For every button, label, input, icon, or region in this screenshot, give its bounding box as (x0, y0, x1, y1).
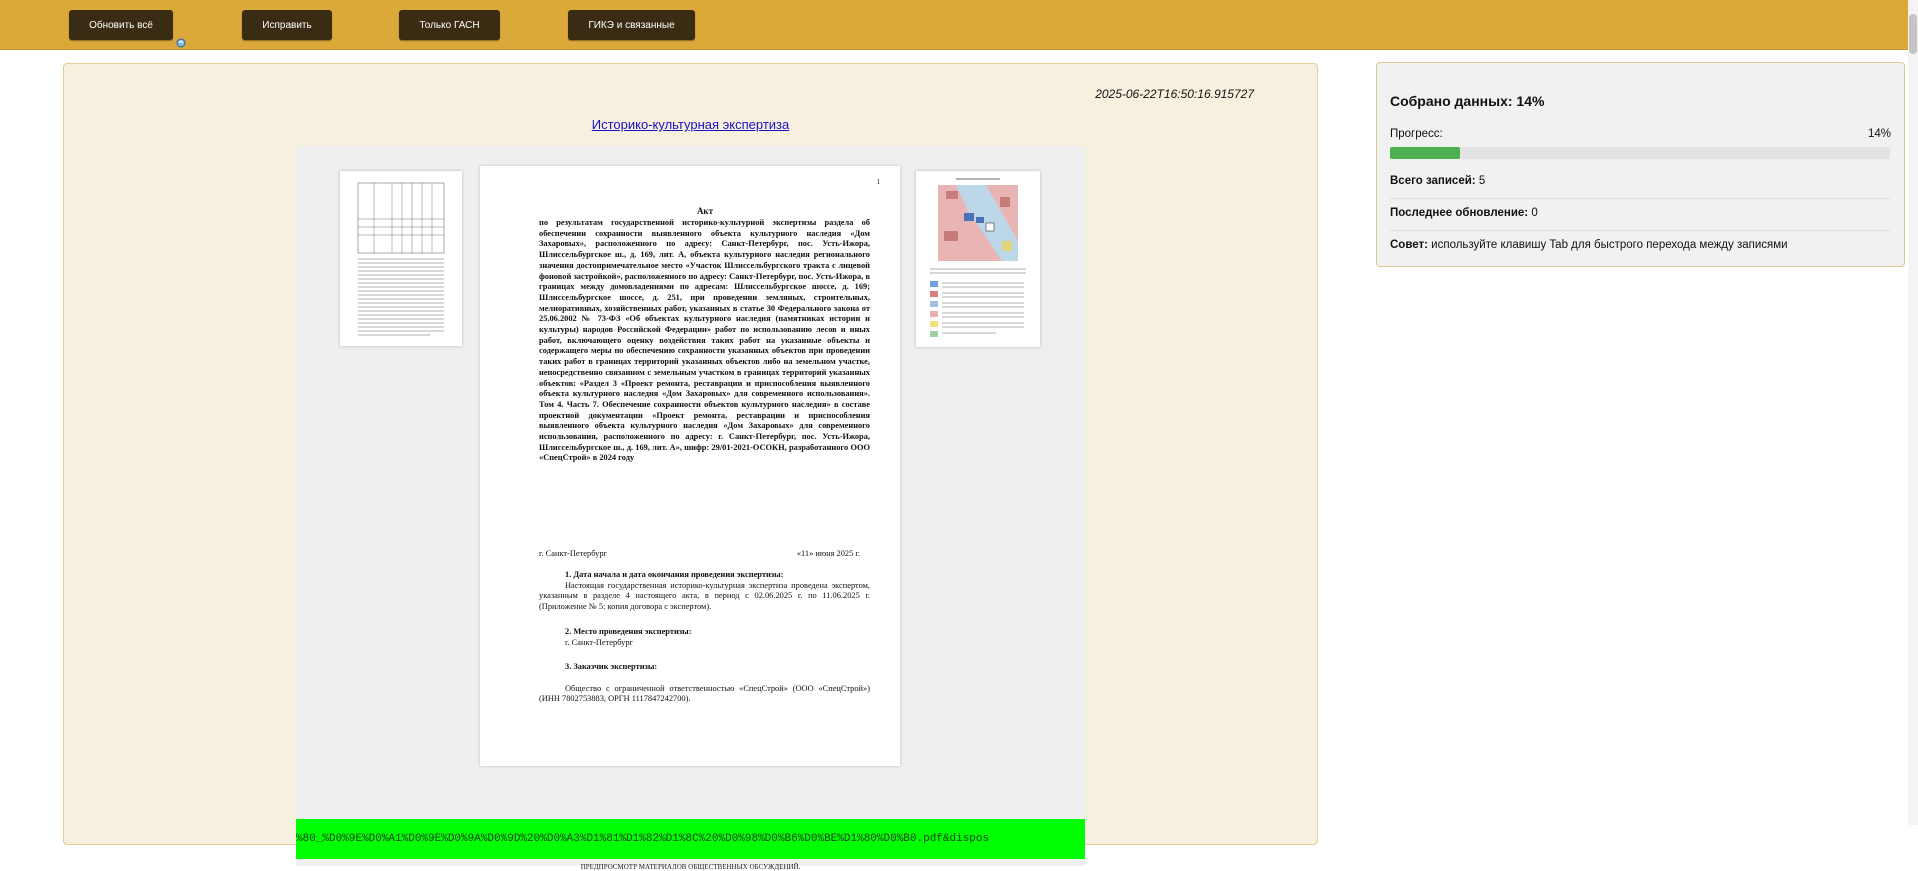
last-update-label: Последнее обновление: (1390, 207, 1529, 219)
act-body: по результатам государственной историко-… (539, 218, 870, 463)
total-records-row: Всего записей: 5 (1390, 175, 1485, 187)
pdf-thumbnail-left[interactable] (340, 171, 462, 346)
stats-panel: Собрано данных: 14% Прогресс: 14% Всего … (1376, 62, 1905, 267)
pdf-thumbnail-right[interactable] (916, 171, 1040, 347)
page-number: 1 (876, 178, 881, 186)
tip-text: используйте клавишу Tab для быстрого пер… (1431, 239, 1788, 251)
toolbar: Обновить всё Исправить Только ГАСН ГИКЭ … (0, 0, 1918, 50)
fix-button[interactable]: Исправить (242, 10, 332, 40)
section-2-text: г. Санкт-Петербург (565, 638, 633, 647)
pdf-url-banner: %80_%D0%9E%D0%A1%D0%9E%D0%9A%D0%9D%20%D0… (296, 819, 1085, 859)
tip-label: Совет: (1390, 239, 1428, 251)
act-place-date-row: г. Санкт-Петербург «11» июня 2025 г. (539, 549, 870, 558)
total-records-label: Всего записей: (1390, 175, 1476, 187)
pdf-page: 1 Акт по результатам государственной ист… (480, 166, 900, 766)
section-1-heading: 1. Дата начала и дата окончания проведен… (565, 570, 784, 579)
section-3-text: Общество с ограниченной ответственностью… (539, 684, 870, 704)
preview-footnote: ПРЕДПРОСМОТР МАТЕРИАЛОВ ОБЩЕСТВЕННЫХ ОБС… (580, 863, 801, 871)
progress-value: 14% (1867, 128, 1891, 140)
section-1-text: Настоящая государственная историко-культ… (539, 581, 870, 611)
gasn-only-button[interactable]: Только ГАСН (399, 10, 500, 40)
total-records-value: 5 (1478, 175, 1486, 187)
record-timestamp: 2025-06-22T16:50:16.915727 (1095, 87, 1254, 101)
record-card: 2025-06-22T16:50:16.915727 Историко-куль… (63, 63, 1318, 871)
section-3-heading: 3. Заказчик экспертизы: (565, 662, 658, 671)
expertise-document-link[interactable]: Историко-культурная экспертиза (64, 117, 1317, 132)
pdf-preview: 1 Акт по результатам государственной ист… (296, 146, 1085, 871)
page-scrollbar-thumb[interactable] (1909, 14, 1917, 54)
gike-related-button[interactable]: ГИКЭ и связанные (568, 10, 695, 40)
progress-bar (1390, 147, 1890, 159)
last-update-value: 0 (1531, 207, 1538, 219)
divider (1390, 198, 1890, 199)
act-date: «11» июня 2025 г. (796, 549, 860, 558)
refresh-cursor-icon (176, 38, 186, 48)
refresh-all-button[interactable]: Обновить всё (69, 10, 173, 40)
act-city: г. Санкт-Петербург (539, 549, 607, 558)
last-update-row: Последнее обновление: 0 (1390, 207, 1538, 219)
collected-title: Собрано данных: 14% (1390, 93, 1545, 109)
divider (1390, 230, 1890, 231)
progress-label: Прогресс: (1390, 128, 1443, 140)
progress-bar-fill (1390, 147, 1460, 159)
tip-row: Совет: используйте клавишу Tab для быстр… (1390, 239, 1788, 251)
section-2-heading: 2. Место проведения экспертизы: (565, 627, 692, 636)
page-scrollbar[interactable] (1908, 0, 1918, 825)
act-title: Акт (696, 206, 714, 216)
